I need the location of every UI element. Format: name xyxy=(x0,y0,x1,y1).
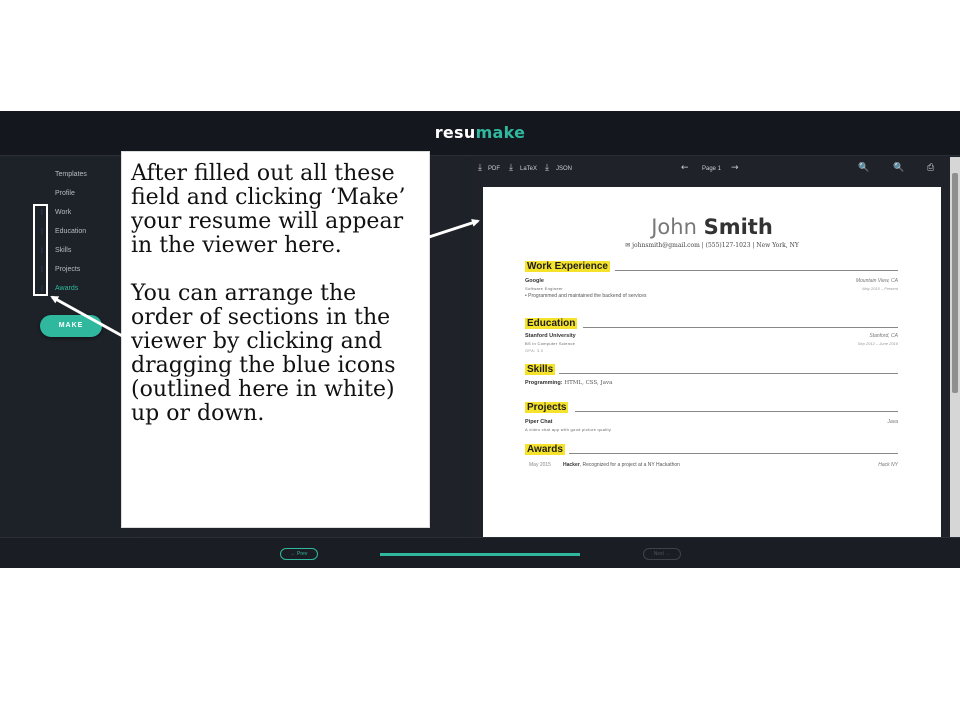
education-dates: Sep 2012 – June 2016 xyxy=(857,341,898,346)
section-rule xyxy=(615,270,898,271)
education-location: Stanford, CA xyxy=(869,333,898,339)
brand-part2: make xyxy=(475,123,526,142)
education-gpa: GPA: 3.0 xyxy=(525,348,544,353)
contact-info: johnsmith@gmail.com | (555)127-1023 | Ne… xyxy=(632,242,799,249)
last-name: Smith xyxy=(703,215,773,239)
skills-value: HTML, CSS, Java xyxy=(564,380,613,386)
projects-section-title: Projects xyxy=(525,402,569,413)
download-json-button[interactable]: JSON xyxy=(556,166,572,172)
sidebar-item-projects[interactable]: Projects xyxy=(55,266,80,273)
print-icon[interactable]: ⎙ xyxy=(927,163,934,173)
award-date: May 2015 xyxy=(529,462,551,468)
work-section: Work Experience xyxy=(525,261,898,272)
project-name: Piper Chat xyxy=(525,419,553,425)
work-dates: May 2015 – Present xyxy=(862,286,898,291)
award-title: Hacker xyxy=(563,462,580,468)
project-description: A video chat app with good picture quali… xyxy=(525,427,612,432)
section-rule xyxy=(559,373,898,374)
download-latex-button[interactable]: LaTeX xyxy=(520,166,537,172)
arrow-right-icon[interactable]: → xyxy=(731,163,739,173)
footer-bar: ← Prev Next → xyxy=(0,537,960,568)
resume-name: John Smith xyxy=(483,215,941,239)
sidebar: Templates Profile ⋮ Work ⋮ Education ⋮ S… xyxy=(0,157,140,537)
projects-section: Projects xyxy=(525,402,898,413)
sidebar-item-profile[interactable]: Profile xyxy=(55,190,75,197)
section-rule xyxy=(569,453,898,454)
drag-icons-highlight-box xyxy=(33,204,48,296)
sidebar-item-awards[interactable]: Awards xyxy=(55,285,78,292)
progress-fill xyxy=(380,553,580,556)
education-school: Stanford University xyxy=(525,333,576,339)
page-indicator: Page 1 xyxy=(702,166,722,172)
award-awarder: Hack NY xyxy=(878,462,898,468)
download-icon[interactable]: ⤓ xyxy=(509,163,513,173)
awards-section: Awards xyxy=(525,444,898,455)
callout-paragraph-2: You can arrange the order of sections in… xyxy=(131,281,396,426)
work-highlight-text: Programmed and maintained the backend of… xyxy=(528,293,647,299)
callout-paragraph-1: After filled out all these field and cli… xyxy=(131,161,406,258)
sidebar-item-work[interactable]: Work xyxy=(55,209,71,216)
resume-page: John Smith ✉ johnsmith@gmail.com | (555)… xyxy=(483,187,941,537)
work-highlight: • Programmed and maintained the backend … xyxy=(525,293,647,299)
work-location: Mountain View, CA xyxy=(855,278,898,284)
arrow-left-icon[interactable]: ← xyxy=(681,163,689,173)
education-section: Education xyxy=(525,318,898,329)
prev-button[interactable]: ← Prev xyxy=(280,548,318,560)
project-tech: Java xyxy=(887,419,898,425)
brand-logo[interactable]: resumake xyxy=(0,123,960,142)
skills-label: Programming: xyxy=(525,380,563,386)
awards-section-title: Awards xyxy=(525,444,565,455)
make-button[interactable]: MAKE xyxy=(40,315,102,337)
section-rule xyxy=(575,411,898,412)
first-name: John xyxy=(651,215,697,239)
work-section-title: Work Experience xyxy=(525,261,610,272)
education-degree: BS in Computer Science xyxy=(525,341,576,346)
award-description: , Recognized for a project at a NY Hacka… xyxy=(579,462,680,468)
sidebar-item-skills[interactable]: Skills xyxy=(55,247,71,254)
scrollbar-thumb[interactable] xyxy=(952,173,958,393)
download-icon[interactable]: ⤓ xyxy=(478,163,482,173)
skills-section: Skills xyxy=(525,364,898,375)
award-entry: Hacker, Recognized for a project at a NY… xyxy=(563,462,680,468)
resume-viewer: ⤓ PDF ⤓ LaTeX ⤓ JSON ← Page 1 → 🔍 🔍 ⎙ Jo… xyxy=(472,157,950,537)
zoom-out-icon[interactable]: 🔍 xyxy=(858,163,869,173)
sidebar-item-templates[interactable]: Templates xyxy=(55,171,87,178)
instruction-callout: After filled out all these field and cli… xyxy=(122,152,429,527)
zoom-in-icon[interactable]: 🔍 xyxy=(893,163,904,173)
section-rule xyxy=(583,327,898,328)
resume-contact: ✉ johnsmith@gmail.com | (555)127-1023 | … xyxy=(483,242,941,249)
progress-bar xyxy=(380,553,580,556)
next-button[interactable]: Next → xyxy=(643,548,681,560)
sidebar-item-education[interactable]: Education xyxy=(55,228,86,235)
skills-section-title: Skills xyxy=(525,364,556,375)
slide: resumake Templates Profile ⋮ Work ⋮ Educ… xyxy=(0,0,960,720)
top-bar: resumake xyxy=(0,111,960,156)
download-icon[interactable]: ⤓ xyxy=(545,163,549,173)
work-position: Software Engineer xyxy=(525,286,564,291)
download-pdf-button[interactable]: PDF xyxy=(488,166,500,172)
skills-line: Programming: HTML, CSS, Java xyxy=(525,380,612,386)
brand-part1: resu xyxy=(434,123,476,142)
education-section-title: Education xyxy=(525,318,578,329)
work-company: Google xyxy=(525,278,544,284)
viewer-toolbar: ⤓ PDF ⤓ LaTeX ⤓ JSON ← Page 1 → 🔍 🔍 ⎙ xyxy=(472,157,950,185)
